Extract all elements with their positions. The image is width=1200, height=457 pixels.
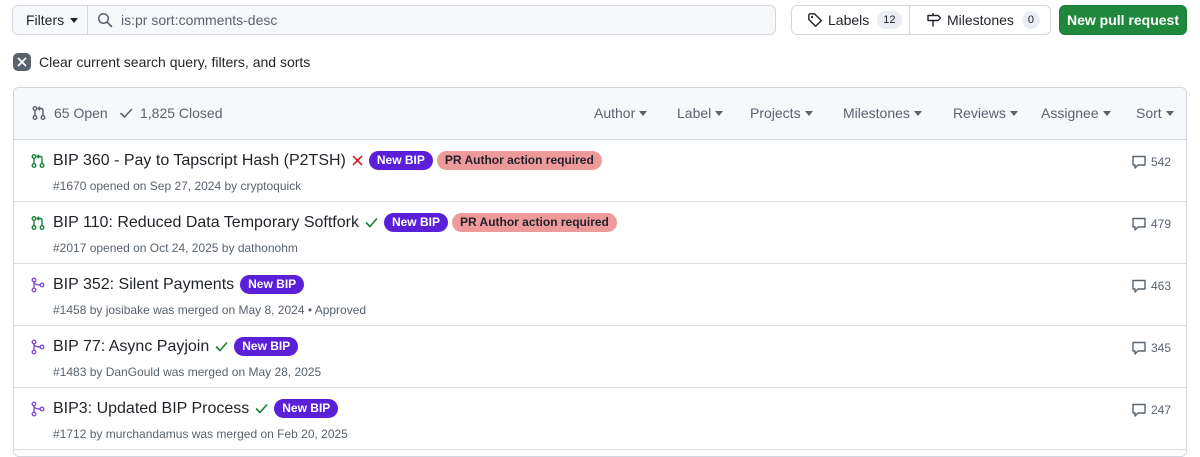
pull-request-meta: #1458 by josibake was merged on May 8, 2…	[53, 303, 367, 317]
label-new-bip[interactable]: New BIP	[240, 275, 305, 294]
projects-menu[interactable]: Projects	[750, 105, 813, 121]
x-icon[interactable]	[352, 155, 363, 166]
comment-icon	[1131, 340, 1147, 356]
pull-request-row[interactable]: BIP 77: Async Payjoin New BIP #1483 by D…	[14, 326, 1186, 388]
label-menu-label: Label	[677, 105, 712, 121]
labels-button[interactable]: Labels 12	[791, 5, 910, 35]
clear-filters-link[interactable]: Clear current search query, filters, and…	[13, 52, 310, 72]
pull-request-row[interactable]: BIP 110: Reduced Data Temporary Softfork…	[14, 202, 1186, 264]
comments-link[interactable]: 463	[1131, 278, 1171, 294]
reviews-menu-label: Reviews	[953, 105, 1006, 121]
caret-down-icon	[1102, 110, 1111, 116]
author-menu-label: Author	[594, 105, 636, 121]
comments-link[interactable]: 345	[1131, 340, 1171, 356]
pull-request-title[interactable]: BIP3: Updated BIP Process	[53, 400, 249, 418]
top-bar: Filters Labels 12 Milestones 0 New pull …	[0, 0, 1200, 40]
caret-down-icon	[1009, 110, 1018, 116]
comment-count: 463	[1150, 279, 1171, 293]
pull-request-meta: #1670 opened on Sep 27, 2024 by cryptoqu…	[53, 179, 302, 193]
labels-count: 12	[877, 11, 902, 29]
pull-request-meta: #2017 opened on Oct 24, 2025 by dathonoh…	[53, 241, 298, 255]
tag-icon	[807, 12, 823, 28]
milestones-menu-label: Milestones	[843, 105, 910, 121]
filters-label: Filters	[26, 12, 65, 28]
pull-request-title[interactable]: BIP 77: Async Payjoin	[53, 338, 209, 356]
assignee-menu-label: Assignee	[1041, 105, 1099, 121]
author-menu[interactable]: Author	[594, 105, 648, 121]
new-pull-request-button[interactable]: New pull request	[1059, 5, 1187, 35]
comment-icon	[1131, 402, 1147, 418]
git-pull-request-icon	[31, 105, 47, 121]
label-pr-author-action-required[interactable]: PR Author action required	[451, 213, 617, 232]
pull-request-meta: #1483 by DanGould was merged on May 28, …	[53, 365, 322, 379]
check-icon[interactable]	[215, 340, 228, 353]
check-icon[interactable]	[365, 216, 378, 229]
label-pr-author-action-required[interactable]: PR Author action required	[436, 151, 602, 170]
search-input[interactable]	[121, 12, 721, 28]
list-header: 65 Open 1,825 Closed Author Label Projec…	[14, 88, 1186, 140]
comment-count: 542	[1150, 155, 1171, 169]
sort-menu[interactable]: Sort	[1136, 105, 1174, 121]
caret-down-icon	[1165, 110, 1174, 116]
caret-down-icon	[804, 110, 813, 116]
caret-down-icon	[639, 110, 648, 116]
label-new-bip[interactable]: New BIP	[383, 213, 448, 232]
caret-down-icon	[715, 110, 724, 116]
filters-button[interactable]: Filters	[12, 5, 88, 35]
milestones-menu[interactable]: Milestones	[843, 105, 922, 121]
closed-filter[interactable]: 1,825 Closed	[119, 105, 223, 121]
comment-count: 345	[1150, 341, 1171, 355]
pull-request-title[interactable]: BIP 110: Reduced Data Temporary Softfork	[53, 214, 359, 232]
git-merge-icon	[30, 277, 46, 293]
pull-request-list: 65 Open 1,825 Closed Author Label Projec…	[13, 87, 1187, 457]
caret-down-icon	[913, 110, 922, 116]
pull-request-row[interactable]: BIP 360 - Pay to Tapscript Hash (P2TSH) …	[14, 140, 1186, 202]
closed-count: 1,825 Closed	[140, 105, 223, 121]
milestone-icon	[926, 12, 942, 28]
git-merge-icon	[30, 339, 46, 355]
reviews-menu[interactable]: Reviews	[953, 105, 1018, 121]
check-icon[interactable]	[255, 402, 268, 415]
x-icon	[13, 53, 31, 71]
comments-link[interactable]: 479	[1131, 216, 1171, 232]
assignee-menu[interactable]: Assignee	[1041, 105, 1111, 121]
pull-request-title[interactable]: BIP 352: Silent Payments	[53, 276, 234, 294]
open-count: 65 Open	[54, 105, 108, 121]
milestones-label: Milestones	[947, 12, 1014, 28]
open-filter[interactable]: 65 Open	[31, 105, 108, 121]
git-pull-request-icon	[30, 153, 46, 169]
check-icon	[119, 106, 133, 120]
pull-request-meta: #1712 by murchandamus was merged on Feb …	[53, 427, 348, 441]
comment-count: 479	[1150, 217, 1171, 231]
comments-link[interactable]: 247	[1131, 402, 1171, 418]
git-pull-request-icon	[30, 215, 46, 231]
label-new-bip[interactable]: New BIP	[274, 399, 339, 418]
caret-down-icon	[70, 17, 79, 23]
clear-filters-label: Clear current search query, filters, and…	[39, 54, 311, 70]
pull-request-title[interactable]: BIP 360 - Pay to Tapscript Hash (P2TSH)	[53, 152, 346, 170]
projects-menu-label: Projects	[750, 105, 801, 121]
git-merge-icon	[30, 401, 46, 417]
comment-icon	[1131, 278, 1147, 294]
label-new-bip[interactable]: New BIP	[368, 151, 433, 170]
pull-request-row[interactable]: BIP 352: Silent Payments New BIP #1458 b…	[14, 264, 1186, 326]
comment-icon	[1131, 154, 1147, 170]
comment-count: 247	[1150, 403, 1171, 417]
search-icon	[97, 12, 113, 28]
comments-link[interactable]: 542	[1131, 154, 1171, 170]
label-menu[interactable]: Label	[677, 105, 724, 121]
search-box[interactable]	[88, 5, 776, 35]
label-new-bip[interactable]: New BIP	[234, 337, 299, 356]
comment-icon	[1131, 216, 1147, 232]
labels-label: Labels	[828, 12, 870, 28]
milestones-count: 0	[1021, 11, 1041, 29]
sort-menu-label: Sort	[1136, 105, 1162, 121]
milestones-button[interactable]: Milestones 0	[909, 5, 1051, 35]
